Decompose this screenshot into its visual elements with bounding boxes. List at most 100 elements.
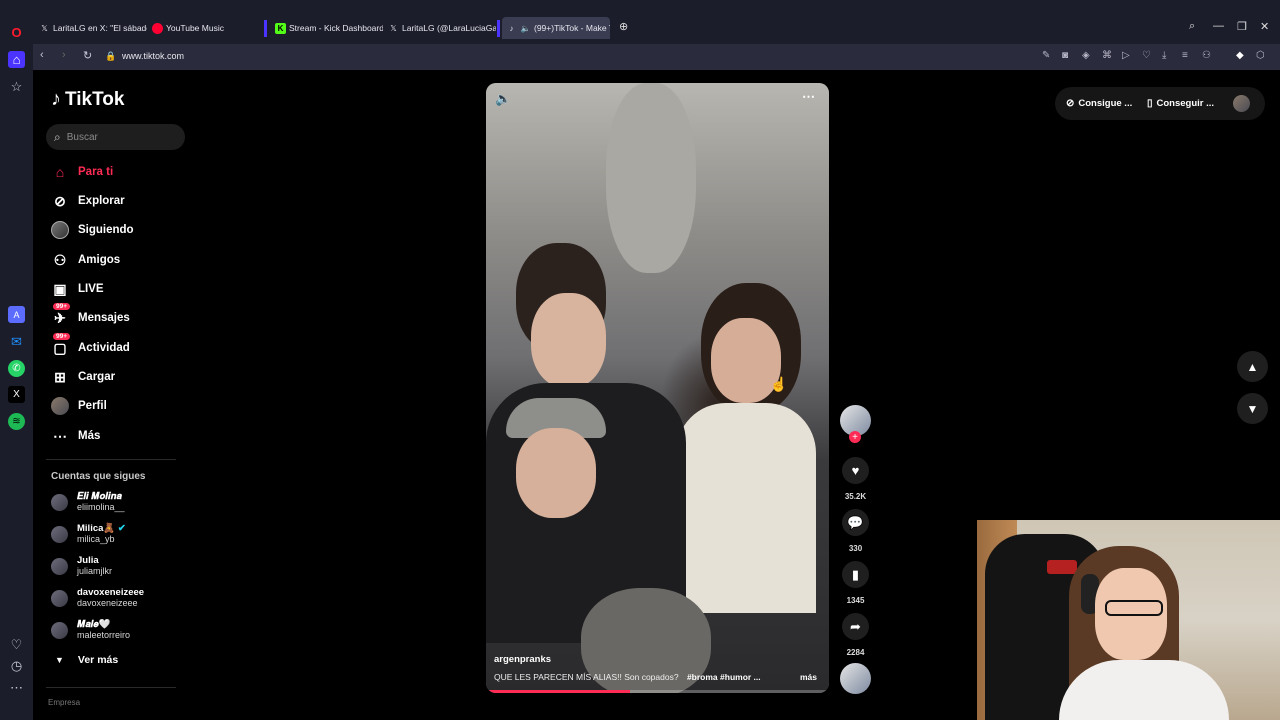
avatar (51, 621, 68, 639)
webcam-glasses (1105, 600, 1163, 616)
player-icon[interactable]: ▷ (1122, 50, 1130, 61)
user-avatar[interactable] (1233, 95, 1250, 112)
lock-icon[interactable]: 🔒 (105, 51, 116, 62)
easy-setup-icon[interactable]: ⬡ (1256, 50, 1265, 61)
search-tabs-icon[interactable]: ⌕ (1189, 20, 1195, 33)
activity-icon: ▢ 99+ (51, 333, 71, 357)
activity-badge: 99+ (53, 333, 71, 340)
x-sidebar-icon[interactable]: X (8, 386, 25, 403)
avatar (51, 589, 68, 607)
back-icon[interactable]: ‹ (40, 49, 44, 61)
nav-perfil[interactable]: Perfil (51, 395, 107, 417)
menu-icon[interactable]: ≡ (1182, 50, 1188, 61)
opera-logo-icon[interactable]: O (8, 24, 25, 41)
tab-tiktok[interactable]: ♪🔈(99+)TikTok - Make Yo (502, 17, 610, 39)
nav-mas[interactable]: ⋯ Más (51, 425, 100, 447)
tab-youtube-music[interactable]: YouTube Music (148, 17, 260, 39)
nav-para-ti[interactable]: ⌂ Para ti (51, 161, 113, 183)
forward-icon[interactable]: › (62, 49, 66, 61)
following-account[interactable]: Julia juliamjlkr (51, 552, 112, 580)
new-tab-icon[interactable]: ⊕ (619, 20, 628, 33)
following-section-title: Cuentas que sigues (51, 471, 146, 482)
more-options-icon[interactable]: ⋯ (802, 89, 815, 105)
get-coins-button[interactable]: ⊘ Consigue ... (1066, 98, 1132, 109)
search-input[interactable] (66, 131, 167, 143)
nav-live[interactable]: ▣ LIVE (51, 278, 103, 300)
sound-disc-avatar[interactable] (840, 663, 871, 694)
whatsapp-icon[interactable]: ✆ (8, 360, 25, 377)
follow-plus-icon[interactable]: + (849, 431, 861, 443)
browser-sidebar: O ⌂ ☆ A ✉ ✆ X ≋ ♡ ◷ ⋯ (0, 0, 33, 720)
profile-avatar-icon (51, 397, 69, 415)
x-logo-icon: 𝕏 (41, 23, 48, 33)
messages-icon: ✈ 99+ (51, 303, 71, 327)
following-account[interactable]: 𝑬𝒍𝒊 𝑴𝒐𝒍𝒊𝒏𝒂 eliimolina__ (51, 488, 125, 516)
next-video-chevron-down-icon[interactable]: ▼ (1237, 393, 1268, 424)
footer-link[interactable]: Empresa (48, 698, 80, 707)
nav-explorar[interactable]: ⊘ Explorar (51, 190, 125, 212)
aria-icon[interactable]: A (8, 306, 25, 323)
tab-bar: 𝕏LaritaLG en X: "El sábado h YouTube Mus… (33, 0, 1280, 44)
shield-icon[interactable]: ◈ (1082, 50, 1090, 61)
upload-icon: ⊞ (54, 368, 66, 385)
get-app-button[interactable]: ▯ Conseguir ... (1147, 98, 1214, 109)
following-account[interactable]: Milica🧸 ✔ milica_yb (51, 520, 126, 548)
close-window-icon[interactable]: ✕ (1260, 20, 1269, 33)
bookmark-icon[interactable]: ▮ (842, 561, 869, 588)
verified-icon: ✔ (117, 523, 126, 534)
comments-count: 330 (848, 544, 863, 553)
minimize-icon[interactable]: — (1213, 20, 1224, 32)
home-speed-dial-icon[interactable]: ⌂ (8, 51, 25, 68)
comment-icon[interactable]: 💬 (842, 509, 869, 536)
saves-count: 1345 (846, 596, 865, 605)
heart-icon[interactable]: ♡ (1142, 50, 1151, 61)
home-icon: ⌂ (55, 164, 65, 180)
tab-group-marker (497, 20, 500, 37)
likes-count: 35.2K (844, 492, 867, 501)
edit-icon[interactable]: ✎ (1042, 50, 1050, 61)
volume-icon[interactable]: 🔈 (495, 91, 511, 107)
nav-cargar[interactable]: ⊞ Cargar (51, 366, 115, 388)
following-account[interactable]: davoxeneizeee davoxeneizeee (51, 584, 144, 612)
messenger-icon[interactable]: ✉ (8, 333, 25, 350)
download-icon[interactable]: ⤓ (1162, 50, 1166, 61)
url-field[interactable]: www.tiktok.com (122, 51, 184, 61)
share-icon[interactable]: ➦ (842, 613, 869, 640)
tab-kick-dashboard[interactable]: K Stream - Kick Dashboard (271, 17, 383, 39)
reload-icon[interactable]: ↻ (83, 49, 92, 62)
camera-icon[interactable]: ◙ (1062, 50, 1068, 61)
extension-icon[interactable]: ⌘ (1102, 50, 1112, 61)
favorites-heart-icon[interactable]: ♡ (8, 636, 25, 653)
see-more-link[interactable]: ▼ Ver más (55, 654, 118, 666)
phone-icon: ▯ (1147, 98, 1153, 109)
pinboard-icon[interactable]: ☆ (8, 78, 25, 95)
spotify-icon[interactable]: ≋ (8, 413, 25, 430)
nav-mensajes[interactable]: ✈ 99+ Mensajes (51, 303, 130, 329)
speaker-icon: 🔈 (520, 23, 531, 33)
tiktok-icon: ♪ (509, 23, 514, 33)
account-icon[interactable]: ⚇ (1202, 50, 1211, 61)
chevron-down-icon: ▼ (55, 655, 64, 665)
previous-video-chevron-up-icon[interactable]: ▲ (1237, 351, 1268, 382)
tiktok-logo[interactable]: ♪ TikTok (51, 88, 124, 111)
following-account[interactable]: 𝑴𝒂𝒍𝒆🤍 maleetorreiro (51, 616, 130, 644)
tab-x-post[interactable]: 𝕏LaritaLG en X: "El sábado h (35, 17, 147, 39)
nav-actividad[interactable]: ▢ 99+ Actividad (51, 333, 130, 359)
restore-icon[interactable]: ❐ (1237, 20, 1247, 33)
tab-x-profile[interactable]: 𝕏 LaritaLG (@LaraLuciaGarc (384, 17, 496, 39)
search-box[interactable]: ⌕ (46, 124, 185, 150)
avatar (51, 493, 68, 511)
youtube-music-icon (152, 22, 163, 34)
sidebar-divider (46, 459, 176, 460)
caption-more-link[interactable]: más (800, 672, 817, 682)
nav-amigos[interactable]: ⚇ Amigos (51, 249, 120, 271)
vpn-icon[interactable]: ◆ (1236, 50, 1244, 61)
video-author[interactable]: argenpranks (494, 654, 551, 665)
x-logo-icon: 𝕏 (390, 23, 397, 33)
history-clock-icon[interactable]: ◷ (8, 657, 25, 674)
like-heart-icon[interactable]: ♥ (842, 457, 869, 484)
sidebar-more-icon[interactable]: ⋯ (8, 679, 25, 696)
nav-siguiendo[interactable]: Siguiendo (51, 219, 134, 241)
compass-icon: ⊘ (54, 192, 66, 209)
video-hashtags[interactable]: #broma #humor ... (687, 672, 761, 682)
